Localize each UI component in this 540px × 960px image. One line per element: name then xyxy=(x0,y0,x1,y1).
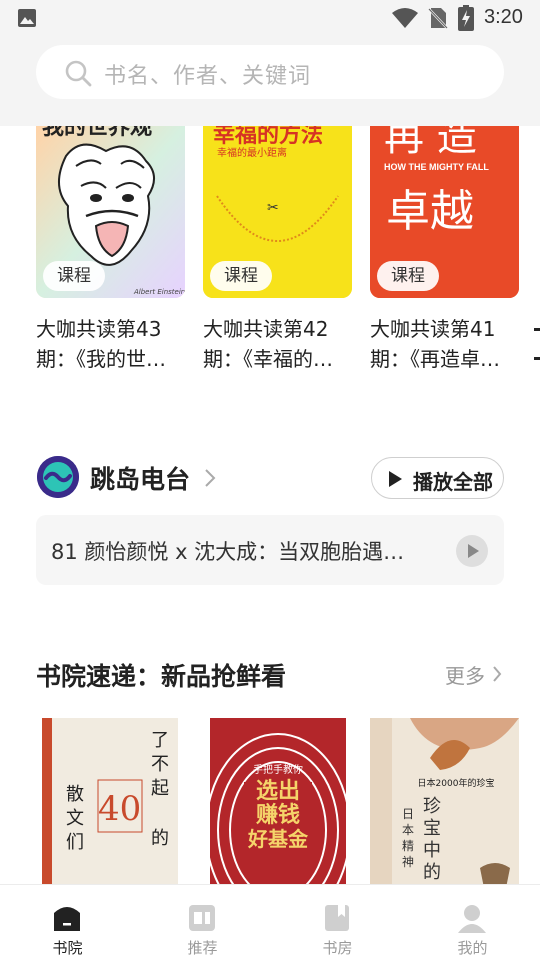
nav-item-profile[interactable]: 我的 xyxy=(405,885,540,960)
section-title: 书院速递：新品抢鲜看 xyxy=(36,662,287,691)
gallery-icon xyxy=(18,9,36,27)
search-input[interactable]: 书名、作者、关键词 xyxy=(36,45,504,99)
svg-text:Albert Einstein: Albert Einstein xyxy=(133,288,185,296)
svg-text:选出: 选出 xyxy=(256,779,300,804)
course-tag: 课程 xyxy=(210,261,272,291)
episode-play-button[interactable] xyxy=(456,535,488,567)
course-card[interactable]: 我的世界观 Albert Einstein 课程 大咖共读第43 期：《我的世… xyxy=(36,126,186,371)
no-sim-icon xyxy=(428,8,448,29)
svg-text:珍: 珍 xyxy=(423,796,441,817)
course-tag: 课程 xyxy=(377,261,439,291)
play-all-label: 播放全部 xyxy=(413,470,493,494)
svg-text:本: 本 xyxy=(402,823,414,837)
course-cover: 幸福的方法 幸福的最小距离 ✂ 课程 xyxy=(203,126,352,298)
svg-text:中: 中 xyxy=(423,840,441,861)
course-tag: 课程 xyxy=(43,261,105,291)
svg-text:日本2000年的珍宝: 日本2000年的珍宝 xyxy=(418,777,495,789)
book-cover[interactable]: 了 不 起 的 散 文 们 40 xyxy=(42,718,178,888)
course-card[interactable]: 幸福的方法 幸福的最小距离 ✂ 课程 大咖共读第42 期：《幸福的… xyxy=(203,126,353,371)
cover-en-title: HOW THE MIGHTY FALL xyxy=(384,162,489,172)
nav-label: 我的 xyxy=(457,939,488,957)
course-cover: 我的世界观 Albert Einstein 课程 xyxy=(36,126,185,298)
svg-text:好基金: 好基金 xyxy=(247,827,309,851)
nav-label: 书房 xyxy=(322,939,353,957)
clock: 3:20 xyxy=(484,6,523,28)
nav-item-bookshelf[interactable]: 书房 xyxy=(270,885,405,960)
svg-text:文: 文 xyxy=(66,808,84,829)
bottom-nav: 书院 推荐 书房 我的 xyxy=(0,884,540,960)
course-card-partial[interactable] xyxy=(534,316,540,376)
svg-text:了: 了 xyxy=(151,730,169,751)
svg-text:✂: ✂ xyxy=(267,200,279,216)
search-placeholder: 书名、作者、关键词 xyxy=(104,64,312,89)
course-card[interactable]: 再 造 HOW THE MIGHTY FALL 卓越 课程 大咖共读第41 期：… xyxy=(370,126,520,371)
more-link[interactable]: 更多 xyxy=(445,660,485,689)
svg-text:起: 起 xyxy=(151,778,169,799)
nav-label: 书院 xyxy=(52,939,83,957)
profile-icon xyxy=(458,905,486,933)
course-title: 大咖共读第42 期：《幸福的… xyxy=(203,317,333,371)
svg-text:们: 们 xyxy=(66,832,84,853)
nav-label: 推荐 xyxy=(187,939,218,957)
search-header: 书名、作者、关键词 xyxy=(0,36,540,126)
search-icon xyxy=(65,60,92,87)
nav-item-recommend[interactable]: 推荐 xyxy=(135,885,270,960)
bookshelf-icon xyxy=(325,905,349,931)
chevron-right-icon[interactable] xyxy=(204,468,216,488)
japan-treasure-cover-art: 日本2000年的珍宝 珍 宝 中 的 日 本 精 神 xyxy=(370,718,519,888)
cover-number: 40 xyxy=(98,789,141,829)
status-bar: 3:20 xyxy=(0,0,540,36)
svg-text:手把手教你: 手把手教你 xyxy=(253,763,303,776)
recommend-icon xyxy=(189,905,215,931)
bookhouse-icon xyxy=(54,907,80,931)
svg-text:散: 散 xyxy=(66,784,84,805)
cover-title: 幸福的方法 xyxy=(213,126,323,148)
play-icon xyxy=(389,471,402,487)
svg-text:精: 精 xyxy=(402,839,414,853)
wifi-icon xyxy=(392,8,418,28)
svg-text:的: 的 xyxy=(423,862,441,883)
course-title: 大咖共读第43 期：《我的世… xyxy=(36,317,166,371)
radio-title[interactable]: 跳岛电台 xyxy=(90,460,190,496)
book-cover[interactable]: 日本2000年的珍宝 珍 宝 中 的 日 本 精 神 xyxy=(370,718,519,888)
play-all-button[interactable]: 播放全部 xyxy=(371,457,504,499)
book-cover[interactable]: 手把手教你 选出 赚钱 好基金 xyxy=(210,718,346,888)
svg-text:神: 神 xyxy=(402,855,414,869)
svg-text:日: 日 xyxy=(402,807,414,821)
svg-text:的: 的 xyxy=(151,828,169,849)
svg-text:宝: 宝 xyxy=(423,818,441,839)
cover-title-top: 再 造 xyxy=(384,126,477,160)
course-cover: 再 造 HOW THE MIGHTY FALL 卓越 课程 xyxy=(370,126,519,298)
episode-title: 81 颜怡颜悦 x 沈大成：当双胞胎遇… xyxy=(51,540,405,564)
battery-charging-icon xyxy=(458,5,474,31)
svg-text:不: 不 xyxy=(151,754,169,775)
nav-item-bookhouse[interactable]: 书院 xyxy=(0,885,135,960)
essays-cover-art: 了 不 起 的 散 文 们 40 xyxy=(42,718,178,888)
chevron-right-icon[interactable] xyxy=(492,665,502,683)
cover-title: 我的世界观 xyxy=(42,126,152,140)
cover-subtitle: 幸福的最小距离 xyxy=(217,146,287,159)
radio-episode-card[interactable]: 81 颜怡颜悦 x 沈大成：当双胞胎遇… xyxy=(36,515,504,585)
fund-cover-art: 手把手教你 选出 赚钱 好基金 xyxy=(210,718,346,888)
radio-logo-icon[interactable] xyxy=(37,456,79,498)
course-title: 大咖共读第41 期：《再造卓… xyxy=(370,317,500,371)
cover-title-bottom: 卓越 xyxy=(386,186,474,237)
svg-text:赚钱: 赚钱 xyxy=(256,802,300,828)
